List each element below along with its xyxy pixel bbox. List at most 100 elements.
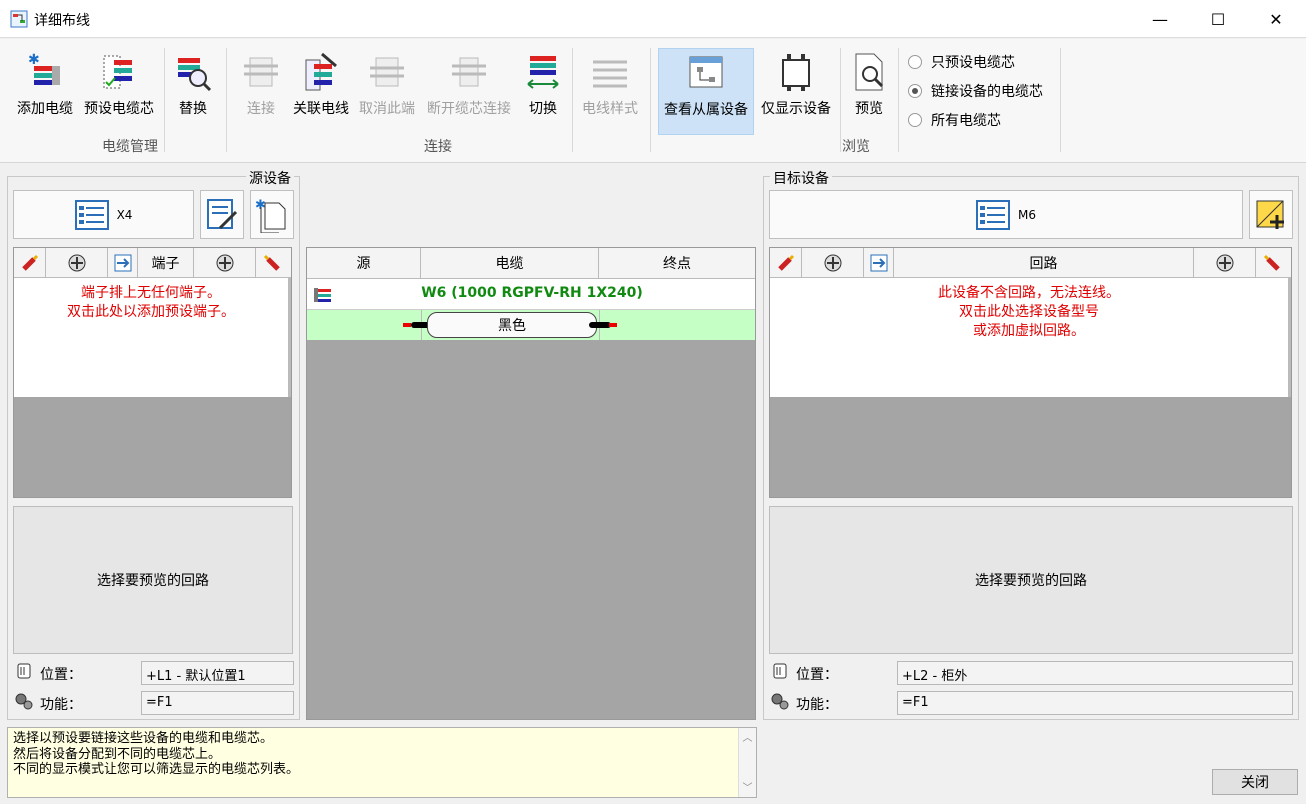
source-device-selector[interactable]: X4 [13,190,194,239]
associate-wire-icon [305,52,337,91]
red-plug-icon[interactable] [1256,248,1288,277]
arrow-right-icon[interactable] [864,248,894,277]
radio-preset-cores[interactable]: 只预设电缆芯 [908,52,1015,72]
arrow-right-icon[interactable] [108,248,138,277]
circuit-column-header[interactable]: 回路 [894,248,1194,277]
associate-wire-button[interactable]: 关联电线 [289,48,353,134]
connect-button[interactable]: 连接 [238,48,284,134]
wire-style-button[interactable]: 电线样式 [578,48,642,134]
hint-textbox[interactable]: 选择以预设要链接这些设备的电缆和电缆芯。 然后将设备分配到不同的电缆芯上。 不同… [7,727,757,798]
group-label-cable-management: 电缆管理 [102,139,158,155]
col-cable[interactable]: 电缆 [421,248,599,278]
target-section-title: 目标设备 [770,168,832,188]
cable-panel: 源 电缆 终点 W6 (1000 RGPFV-RH 1X240) 黑色 [306,247,756,720]
add-circuit-icon [1256,200,1284,229]
add-cable-icon: ✱ [28,52,60,85]
add-cable-button[interactable]: ✱ 添加电缆 [12,48,78,134]
title-bar: 详细布线 — ☐ ✕ [0,0,1306,38]
location-icon [773,663,787,679]
disconnect-core-button[interactable]: 断开缆芯连接 [422,48,516,134]
location-icon [17,663,31,679]
circuit-list-header: 回路 [770,248,1291,278]
app-icon [10,10,28,28]
minimize-button[interactable]: — [1131,0,1189,38]
cable-name: W6 (1000 RGPFV-RH 1X240) [421,285,643,301]
add-column-icon[interactable] [802,248,864,277]
preset-cores-button[interactable]: 预设电缆芯 [80,48,158,134]
view-subordinate-icon [689,56,723,88]
red-plug-icon[interactable] [14,248,46,277]
maximize-button[interactable]: ☐ [1189,0,1247,38]
core-end-right [609,323,617,327]
target-function-label: 功能： [796,697,838,713]
source-section-title: 源设备 [246,168,294,188]
radio-circle[interactable] [908,55,922,69]
group-label-connect: 连接 [424,139,452,155]
source-circuit-preview: 选择要预览的回路 [13,506,293,654]
device-only-button[interactable]: 仅显示设备 [756,48,836,134]
svg-text:✱: ✱ [255,198,266,213]
cable-table-header: 源 电缆 终点 [307,248,755,279]
edit-terminals-button[interactable] [200,190,244,239]
red-plug-icon[interactable] [256,248,288,277]
circuit-list-empty[interactable]: 此设备不含回路，无法连线。 双击此处选择设备型号 或添加虚拟回路。 [770,278,1291,397]
preset-cores-icon [103,55,132,89]
source-location-label: 位置： [40,667,82,683]
svg-text:✱: ✱ [28,52,40,68]
target-device-selector[interactable]: M6 [769,190,1243,239]
close-button[interactable]: 关闭 [1212,769,1298,795]
radio-circle[interactable] [908,113,922,127]
group-label-browse: 浏览 [842,139,870,155]
swap-icon [527,56,559,89]
disconnect-core-icon [452,57,486,87]
add-column-icon[interactable] [194,248,256,277]
edit-list-icon [207,198,238,229]
device-list-icon [976,199,1010,230]
add-virtual-circuit-button[interactable] [1249,190,1293,239]
col-end[interactable]: 终点 [599,248,755,278]
source-location-field: +L1 - 默认位置1 [141,661,294,685]
radio-linked-cores[interactable]: 链接设备的电缆芯 [908,81,1043,101]
target-function-field: =F1 [897,691,1293,715]
circuit-list[interactable]: 回路 此设备不含回路，无法连线。 双击此处选择设备型号 或添加虚拟回路。 [769,247,1292,498]
hint-scrollbar[interactable]: ︿ ﹀ [738,728,756,797]
terminal-list-header: 端子 [14,248,291,278]
cable-row[interactable]: W6 (1000 RGPFV-RH 1X240) [307,279,755,310]
wire-style-icon [593,60,627,88]
function-gear-icon [771,693,789,710]
core-connector-right [589,322,611,328]
source-function-label: 功能： [40,697,82,713]
cancel-end-icon [370,57,404,87]
connect-icon [244,57,278,87]
device-list-icon [74,199,109,230]
col-source[interactable]: 源 [307,248,421,278]
preview-button[interactable]: 预览 [846,48,892,134]
view-subordinate-button[interactable]: 查看从属设备 [658,48,754,135]
core-color-label: 黑色 [427,312,597,338]
terminal-list[interactable]: 端子 端子排上无任何端子。 双击此处以添加预设端子。 [13,247,292,498]
red-plug-icon[interactable] [770,248,802,277]
device-only-icon [782,54,810,91]
radio-all-cores[interactable]: 所有电缆芯 [908,110,1001,130]
copy-terminals-button[interactable]: ✱ [250,190,294,239]
core-row[interactable]: 黑色 [307,310,755,340]
add-column-icon[interactable] [1194,248,1256,277]
core-end-left [403,323,411,327]
radio-circle-checked[interactable] [908,84,922,98]
add-column-icon[interactable] [46,248,108,277]
target-location-label: 位置： [796,667,838,683]
replace-icon [178,58,212,92]
swap-button[interactable]: 切换 [520,48,566,134]
target-location-field: +L2 - 柜外 [897,661,1293,685]
cancel-end-button[interactable]: 取消此端 [356,48,418,134]
preview-icon [855,53,884,91]
target-circuit-preview: 选择要预览的回路 [769,506,1293,654]
close-window-button[interactable]: ✕ [1247,0,1305,38]
copy-icon: ✱ [255,198,286,233]
function-gear-icon [15,693,33,710]
terminal-column-header[interactable]: 端子 [138,248,194,277]
source-function-field: =F1 [141,691,294,715]
window-title: 详细布线 [34,13,90,29]
replace-button[interactable]: 替换 [170,48,216,134]
terminal-list-empty[interactable]: 端子排上无任何端子。 双击此处以添加预设端子。 [14,278,291,397]
